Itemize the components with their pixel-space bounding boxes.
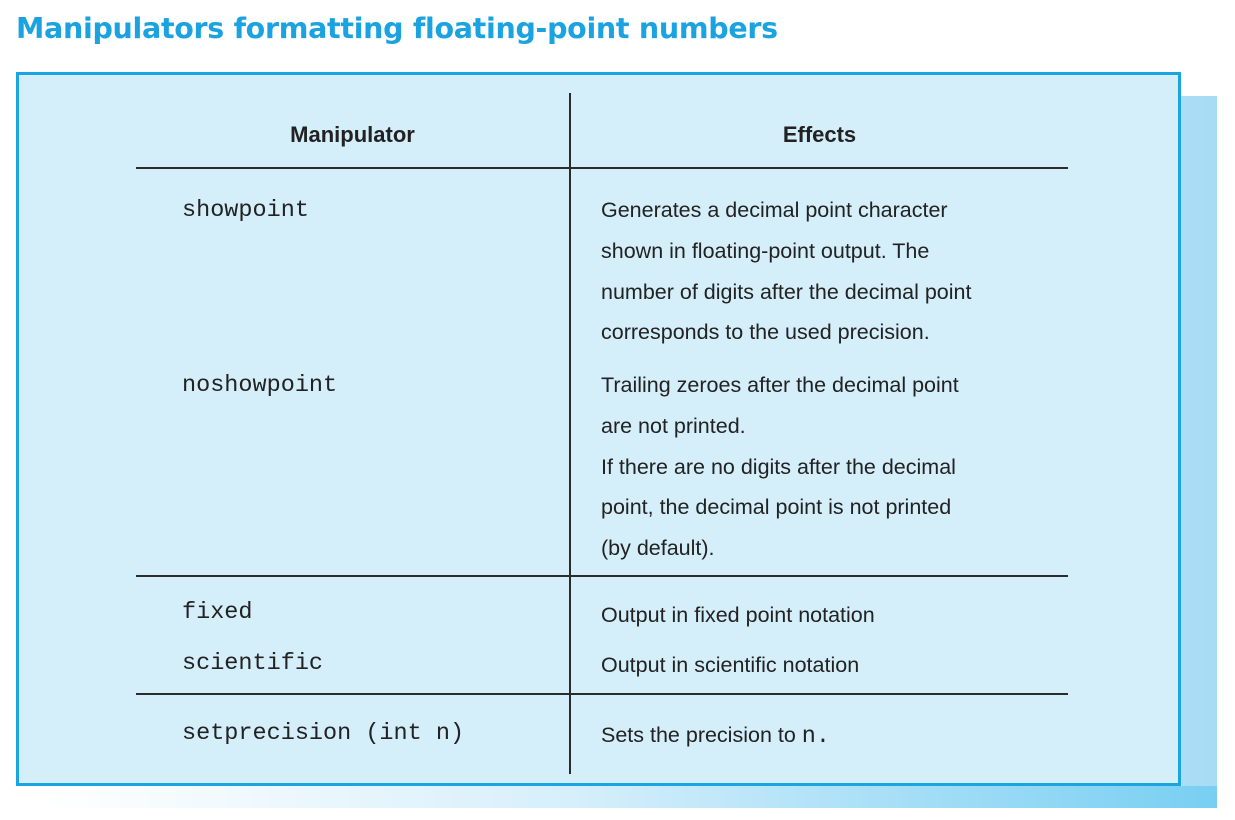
header-rule bbox=[136, 167, 1068, 169]
effect-code: n. bbox=[801, 723, 830, 750]
effect-fixed: Output in fixed point notation bbox=[601, 603, 875, 627]
effect-line: Generates a decimal point character bbox=[601, 198, 948, 222]
manipulator-noshowpoint: noshowpoint bbox=[182, 372, 338, 399]
manipulator-scientific: scientific bbox=[182, 650, 324, 677]
effect-noshowpoint: Trailing zeroes after the decimal point … bbox=[601, 365, 959, 569]
page-title: Manipulators formatting floating-point n… bbox=[16, 12, 778, 45]
header-manipulator: Manipulator bbox=[290, 122, 415, 147]
effect-line: point, the decimal point is not printed bbox=[601, 495, 952, 520]
effect-line: corresponds to the used precision. bbox=[601, 320, 930, 345]
manipulator-fixed: fixed bbox=[182, 599, 253, 626]
manipulator-table: Manipulator Effects showpoint Generates … bbox=[16, 72, 1181, 786]
effect-showpoint: Generates a decimal point character show… bbox=[601, 190, 971, 353]
header-effects: Effects bbox=[782, 122, 857, 147]
effect-line: are not printed. bbox=[601, 413, 746, 438]
effect-text: Sets the precision to bbox=[601, 723, 802, 747]
row-rule bbox=[136, 693, 1068, 695]
effect-line: (by default). bbox=[601, 536, 715, 561]
effect-line: shown in floating-point output. The bbox=[601, 238, 930, 263]
effect-setprecision: Sets the precision to n. bbox=[601, 723, 830, 750]
effect-line: If there are no digits after the decimal bbox=[601, 454, 956, 479]
row-rule bbox=[136, 575, 1068, 577]
panel-shadow-bottom bbox=[42, 786, 1217, 808]
effect-scientific: Output in scientific notation bbox=[601, 653, 860, 677]
effect-line: number of digits after the decimal point bbox=[601, 279, 972, 304]
column-divider bbox=[569, 93, 571, 774]
manipulator-setprecision: setprecision (int n) bbox=[182, 720, 465, 747]
manipulator-showpoint: showpoint bbox=[182, 197, 309, 224]
effect-line: Trailing zeroes after the decimal point bbox=[601, 373, 959, 397]
